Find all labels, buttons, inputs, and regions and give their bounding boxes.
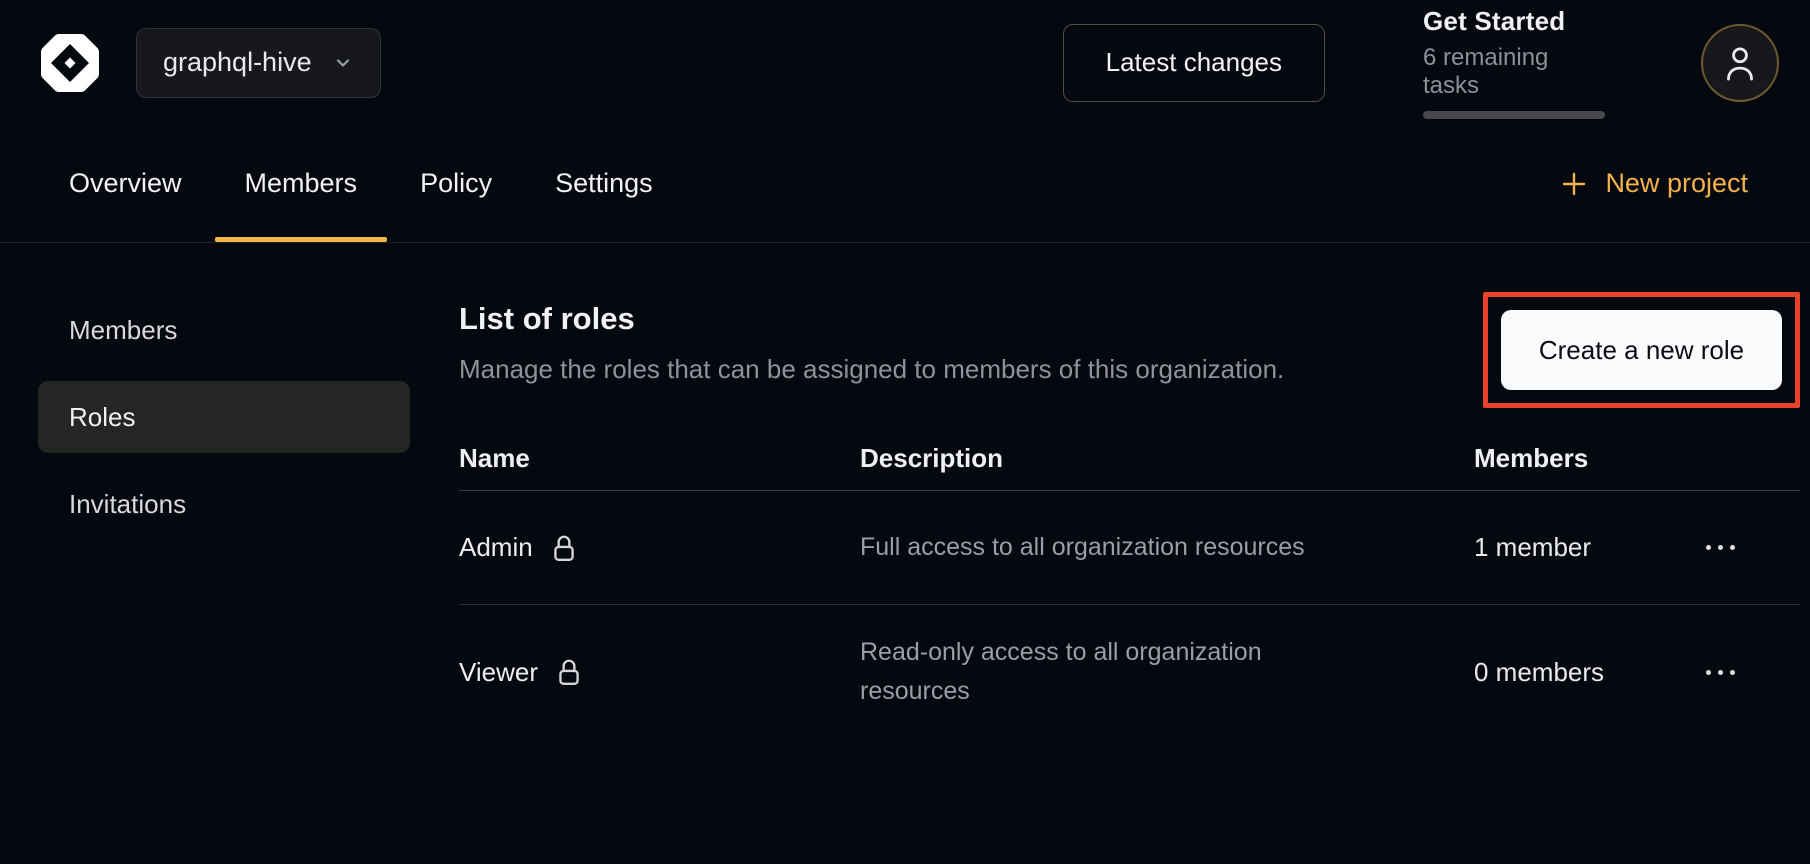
- role-name-cell: Viewer: [459, 657, 860, 688]
- user-avatar-button[interactable]: [1701, 24, 1779, 102]
- ellipsis-icon: [1706, 670, 1711, 675]
- role-actions-cell: [1702, 535, 1800, 560]
- latest-changes-button[interactable]: Latest changes: [1063, 24, 1325, 102]
- tab-members[interactable]: Members: [215, 125, 388, 242]
- get-started-remaining-tasks: 6 remaining tasks: [1423, 44, 1605, 100]
- table-row-viewer: Viewer Read-only access to all organizat…: [459, 605, 1800, 739]
- tab-settings[interactable]: Settings: [525, 125, 683, 242]
- top-bar-right: Latest changes Get Started 6 remaining t…: [1063, 6, 1779, 119]
- create-new-role-button[interactable]: Create a new role: [1501, 310, 1782, 390]
- members-sidebar: Members Roles Invitations: [38, 294, 410, 540]
- roles-panel: List of roles Manage the roles that can …: [459, 292, 1800, 739]
- org-selector-label: graphql-hive: [163, 47, 312, 78]
- tab-overview[interactable]: Overview: [39, 125, 212, 242]
- column-header-description: Description: [860, 443, 1474, 474]
- user-icon: [1721, 43, 1759, 83]
- role-members-count: 0 members: [1474, 657, 1702, 688]
- role-name: Viewer: [459, 657, 538, 688]
- lock-icon: [551, 533, 577, 563]
- org-tab-bar: Overview Members Policy Settings New pro…: [0, 125, 1810, 243]
- annotation-highlight-box: Create a new role: [1483, 292, 1800, 408]
- chevron-down-icon: [332, 52, 354, 74]
- roles-table: Name Description Members Admin: [459, 426, 1800, 739]
- role-members-count: 1 member: [1474, 532, 1702, 563]
- get-started-title: Get Started: [1423, 6, 1605, 37]
- column-header-name: Name: [459, 443, 860, 474]
- ellipsis-menu-button[interactable]: [1702, 660, 1739, 685]
- roles-panel-header: List of roles Manage the roles that can …: [459, 292, 1800, 408]
- sidebar-item-members[interactable]: Members: [38, 294, 410, 366]
- get-started-widget[interactable]: Get Started 6 remaining tasks: [1423, 6, 1605, 119]
- top-bar: graphql-hive Latest changes Get Started …: [0, 0, 1810, 125]
- sidebar-item-roles[interactable]: Roles: [38, 381, 410, 453]
- role-name-cell: Admin: [459, 532, 860, 563]
- plus-icon: [1559, 169, 1589, 199]
- page-title: List of roles: [459, 300, 1284, 338]
- roles-table-header: Name Description Members: [459, 426, 1800, 491]
- new-project-label: New project: [1605, 168, 1748, 199]
- roles-heading-block: List of roles Manage the roles that can …: [459, 292, 1284, 384]
- get-started-progress-bar: [1423, 111, 1605, 119]
- ellipsis-menu-button[interactable]: [1702, 535, 1739, 560]
- hive-logo-icon[interactable]: [38, 31, 102, 95]
- role-description: Read-only access to all organization res…: [860, 633, 1474, 711]
- role-description: Full access to all organization resource…: [860, 528, 1474, 567]
- role-name: Admin: [459, 532, 533, 563]
- ellipsis-icon: [1706, 545, 1711, 550]
- new-project-button[interactable]: New project: [1559, 168, 1748, 199]
- page-subtitle: Manage the roles that can be assigned to…: [459, 354, 1284, 384]
- lock-icon: [556, 657, 582, 687]
- app-root: graphql-hive Latest changes Get Started …: [0, 0, 1810, 864]
- org-selector-dropdown[interactable]: graphql-hive: [136, 28, 381, 98]
- table-row-admin: Admin Full access to all organization re…: [459, 491, 1800, 605]
- role-actions-cell: [1702, 660, 1800, 685]
- column-header-members: Members: [1474, 443, 1702, 474]
- content-area: Members Roles Invitations List of roles …: [0, 243, 1810, 739]
- sidebar-item-invitations[interactable]: Invitations: [38, 468, 410, 540]
- tab-policy[interactable]: Policy: [390, 125, 522, 242]
